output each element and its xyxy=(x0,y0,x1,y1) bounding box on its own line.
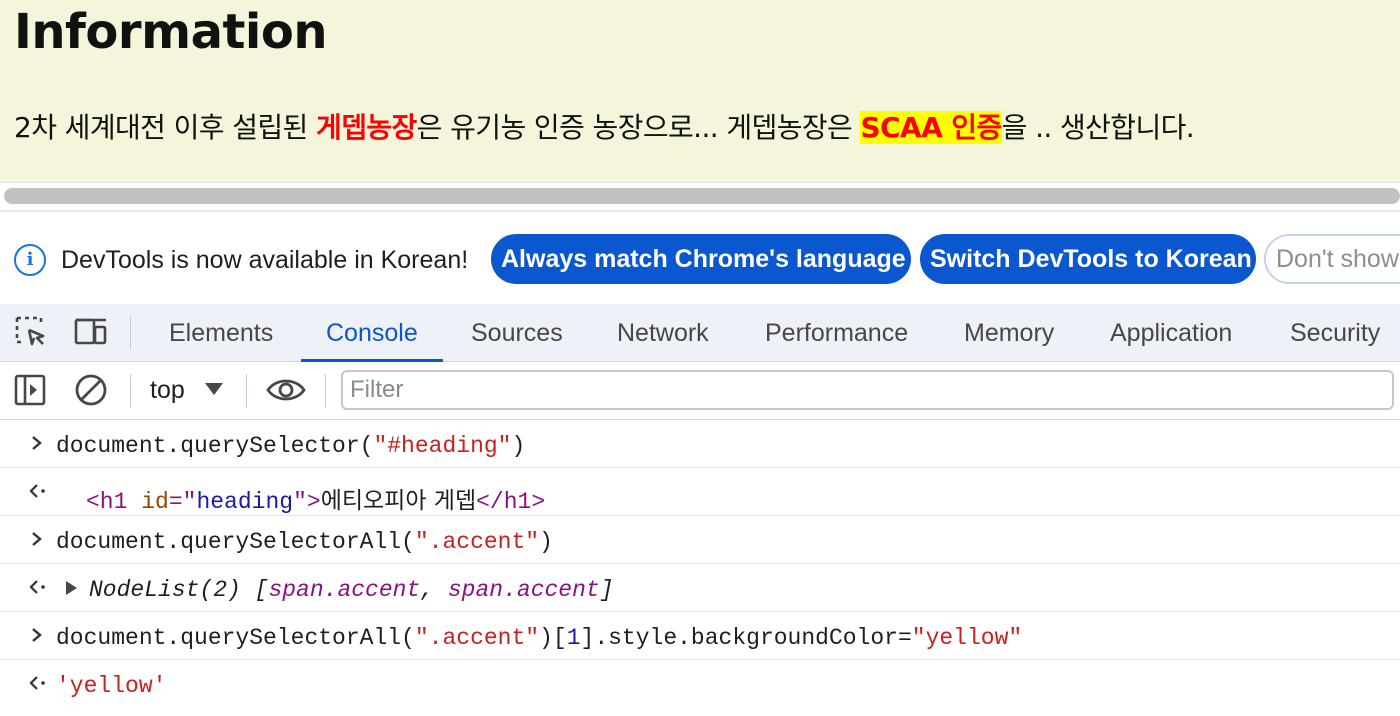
result-prompt-icon xyxy=(29,580,45,594)
console-output-row[interactable]: 'yellow' xyxy=(0,660,1400,708)
horizontal-scrollbar[interactable] xyxy=(0,182,1400,210)
eye-icon[interactable] xyxy=(266,372,306,408)
infobar-message: DevTools is now available in Korean! xyxy=(61,246,469,274)
always-match-language-button[interactable]: Always match Chrome's language xyxy=(491,234,911,284)
devtools-tabbar: Elements Console Sources Network Perform… xyxy=(0,304,1400,362)
console-input-row[interactable]: document.querySelectorAll(".accent") xyxy=(0,516,1400,564)
toolbar-divider xyxy=(130,374,131,408)
tab-application[interactable]: Application xyxy=(1110,304,1232,362)
tab-network[interactable]: Network xyxy=(617,304,709,362)
console-output: document.querySelector("#heading") <h1 i… xyxy=(0,420,1400,716)
toolbar-divider xyxy=(246,374,247,408)
console-result[interactable]: <h1 id="heading">에티오피아 게뎁</h1> xyxy=(86,481,545,515)
info-icon: i xyxy=(14,244,46,276)
tab-elements[interactable]: Elements xyxy=(169,304,273,362)
scrollbar-thumb[interactable] xyxy=(4,188,1400,204)
console-output-row[interactable]: NodeList(2) [span.accent, span.accent] xyxy=(0,564,1400,612)
page-paragraph: 2차 세계대전 이후 설립된 게뎁농장은 유기농 인증 농장으로... 게뎁농장… xyxy=(14,106,1195,146)
paragraph-text-1: 2차 세계대전 이후 설립된 xyxy=(14,111,317,144)
switch-to-korean-button[interactable]: Switch DevTools to Korean xyxy=(920,234,1256,284)
console-output-row[interactable]: <h1 id="heading">에티오피아 게뎁</h1> xyxy=(0,468,1400,516)
show-sidebar-icon[interactable] xyxy=(13,372,49,408)
clear-console-icon[interactable] xyxy=(73,372,109,408)
console-filter-input[interactable] xyxy=(341,370,1394,410)
console-command: document.querySelectorAll(".accent") xyxy=(56,529,553,555)
context-selector[interactable]: top xyxy=(150,376,185,405)
tab-security[interactable]: Security xyxy=(1290,304,1380,362)
input-prompt-icon xyxy=(32,628,42,642)
console-input-row[interactable]: document.querySelector("#heading") xyxy=(0,420,1400,468)
accent-span-1: 게뎁농장 xyxy=(316,111,417,144)
console-command: document.querySelector("#heading") xyxy=(56,433,526,459)
tab-memory[interactable]: Memory xyxy=(964,304,1054,362)
input-prompt-icon xyxy=(32,436,42,450)
tab-sources[interactable]: Sources xyxy=(471,304,563,362)
paragraph-text-2: 은 유기농 인증 농장으로... 게뎁농장은 xyxy=(416,111,861,144)
console-command: document.querySelectorAll(".accent")[1].… xyxy=(56,625,1023,651)
page-heading: Information xyxy=(14,4,328,60)
accent-span-2: SCAA 인증 xyxy=(860,111,1002,144)
devtools-panel: i DevTools is now available in Korean! A… xyxy=(0,210,1400,716)
toolbar-divider xyxy=(325,374,326,408)
tab-performance[interactable]: Performance xyxy=(765,304,908,362)
tab-console[interactable]: Console xyxy=(301,304,443,362)
result-prompt-icon xyxy=(29,676,45,690)
console-input-row[interactable]: document.querySelectorAll(".accent")[1].… xyxy=(0,612,1400,660)
console-toolbar: top xyxy=(0,362,1400,420)
expand-triangle-icon[interactable] xyxy=(66,581,77,595)
result-prompt-icon xyxy=(29,484,45,498)
dont-show-again-button[interactable]: Don't show xyxy=(1264,234,1400,284)
inspect-element-icon[interactable] xyxy=(13,314,49,350)
device-toolbar-icon[interactable] xyxy=(73,314,109,350)
page-viewport: Information 2차 세계대전 이후 설립된 게뎁농장은 유기농 인증 … xyxy=(0,0,1400,182)
console-result[interactable]: NodeList(2) [span.accent, span.accent] xyxy=(66,577,614,603)
console-result[interactable]: 'yellow' xyxy=(56,673,166,699)
input-prompt-icon xyxy=(32,532,42,546)
toolbar-divider xyxy=(130,316,131,350)
paragraph-text-3: 을 .. 생산합니다. xyxy=(1001,111,1195,144)
chevron-down-icon[interactable] xyxy=(205,383,223,395)
language-infobar: i DevTools is now available in Korean! A… xyxy=(0,212,1400,304)
